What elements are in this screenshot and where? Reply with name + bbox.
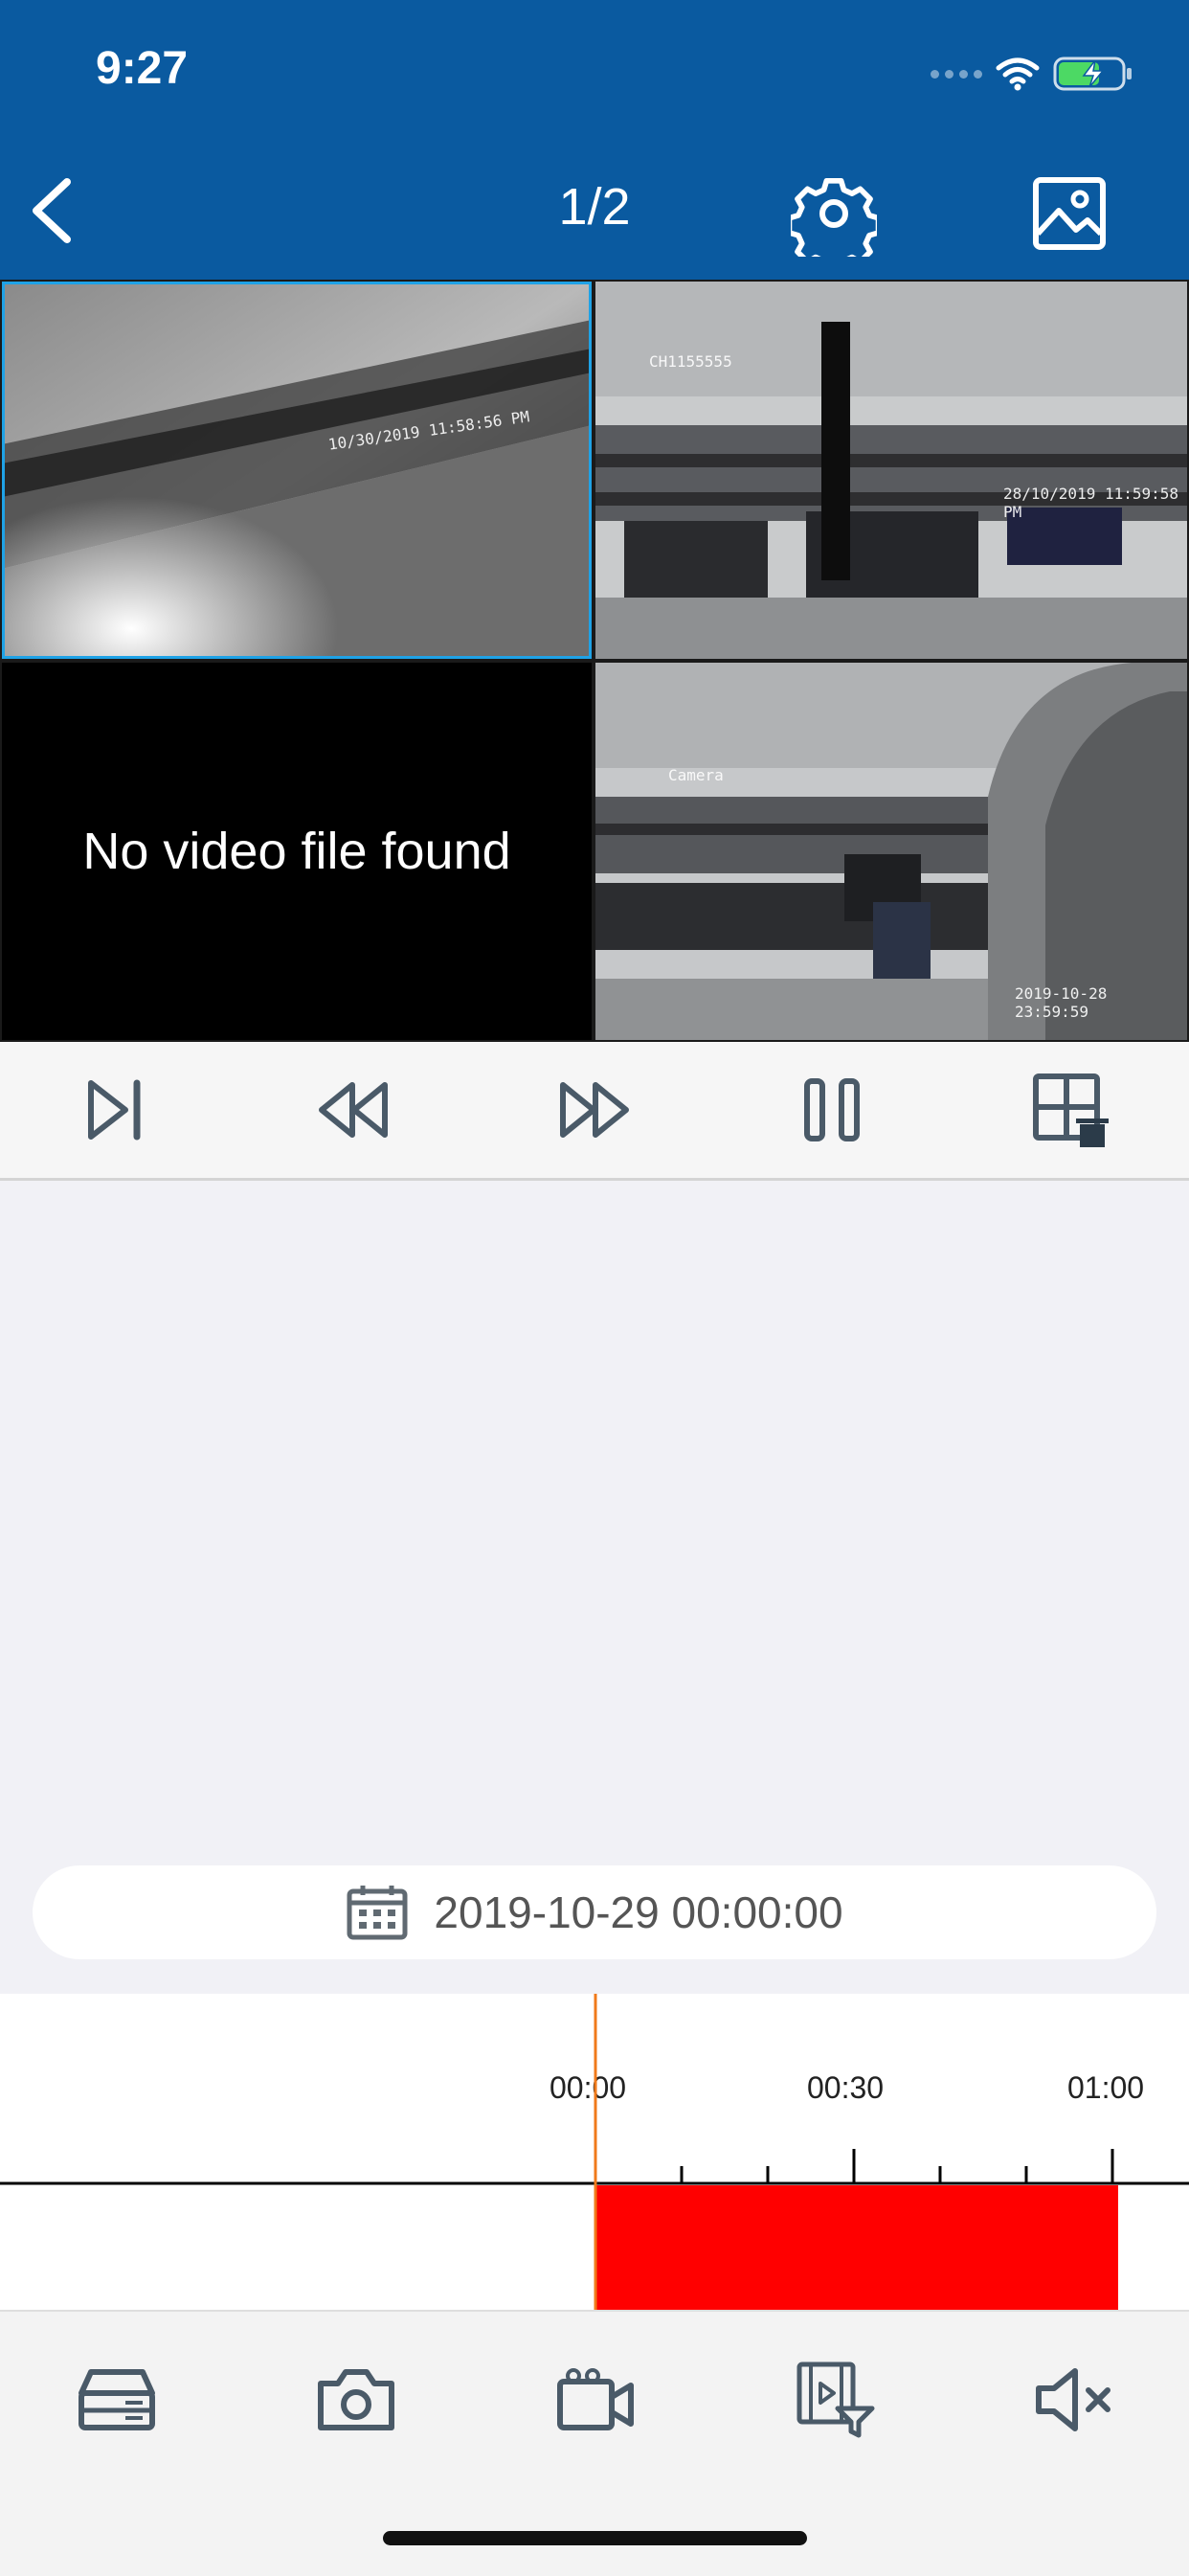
recording-segment bbox=[595, 2185, 1118, 2310]
rewind-icon bbox=[319, 1082, 388, 1138]
skip-to-start-icon bbox=[88, 1079, 141, 1141]
battery-charging-icon bbox=[1053, 56, 1132, 91]
rewind-button[interactable] bbox=[312, 1067, 398, 1153]
snapshot-camera-icon bbox=[318, 2369, 394, 2430]
date-value: 2019-10-29 00:00:00 bbox=[434, 1887, 843, 1937]
status-indicators bbox=[931, 50, 1133, 98]
image-gallery-icon bbox=[1033, 177, 1106, 250]
mute-button[interactable] bbox=[1026, 2352, 1122, 2448]
status-time: 9:27 bbox=[96, 43, 189, 94]
osd-channel: CH1155555 bbox=[649, 352, 732, 371]
camera-feed-1 bbox=[2, 282, 592, 659]
video-cell-4[interactable]: Camera 2019-10-28 23:59:59 bbox=[595, 663, 1187, 1040]
mute-icon bbox=[1036, 2368, 1110, 2431]
settings-button[interactable] bbox=[786, 170, 882, 273]
date-picker[interactable]: 2019-10-29 00:00:00 bbox=[33, 1865, 1156, 1959]
record-video-button[interactable] bbox=[548, 2352, 643, 2448]
fast-forward-icon bbox=[560, 1082, 629, 1138]
playback-filter-icon bbox=[796, 2361, 875, 2438]
gear-icon bbox=[786, 177, 882, 273]
camera-feed-2 bbox=[595, 282, 1187, 659]
pause-button[interactable] bbox=[789, 1067, 875, 1153]
signal-dots-icon bbox=[931, 69, 982, 79]
video-grid: 10/30/2019 11:58:56 PM CH1155555 28/10/2… bbox=[0, 280, 1189, 1042]
timeline-track bbox=[0, 1994, 1189, 2310]
osd-timestamp: 28/10/2019 11:59:58 PM bbox=[1003, 485, 1179, 521]
video-cell-1[interactable]: 10/30/2019 11:58:56 PM bbox=[2, 282, 592, 659]
wifi-icon bbox=[996, 57, 1040, 91]
no-video-message: No video file found bbox=[82, 823, 511, 880]
skip-to-start-button[interactable] bbox=[73, 1067, 159, 1153]
page-indicator: 1/2 bbox=[558, 178, 631, 236]
osd-timestamp: 2019-10-28 23:59:59 bbox=[1015, 984, 1108, 1021]
recorder-icon bbox=[79, 2369, 155, 2430]
video-cell-3[interactable]: No video file found bbox=[2, 663, 592, 1040]
osd-channel: Camera bbox=[668, 766, 724, 784]
pause-icon bbox=[804, 1078, 860, 1141]
home-indicator[interactable] bbox=[383, 2531, 807, 2545]
layout-button[interactable] bbox=[1026, 1067, 1112, 1153]
calendar-icon bbox=[347, 1886, 408, 1940]
camera-feed-4 bbox=[595, 663, 1187, 1040]
playback-filter-button[interactable] bbox=[787, 2352, 883, 2448]
snapshot-button[interactable] bbox=[308, 2352, 404, 2448]
record-video-icon bbox=[557, 2368, 634, 2430]
playback-controls bbox=[0, 1042, 1189, 1181]
layout-grid-icon bbox=[1033, 1073, 1109, 1147]
recorder-button[interactable] bbox=[69, 2352, 165, 2448]
gallery-button[interactable] bbox=[1026, 170, 1112, 257]
video-cell-2[interactable]: CH1155555 28/10/2019 11:59:58 PM bbox=[595, 282, 1187, 659]
timeline[interactable]: 00:00 00:30 01:00 bbox=[0, 1994, 1189, 2310]
fast-forward-button[interactable] bbox=[550, 1067, 636, 1153]
